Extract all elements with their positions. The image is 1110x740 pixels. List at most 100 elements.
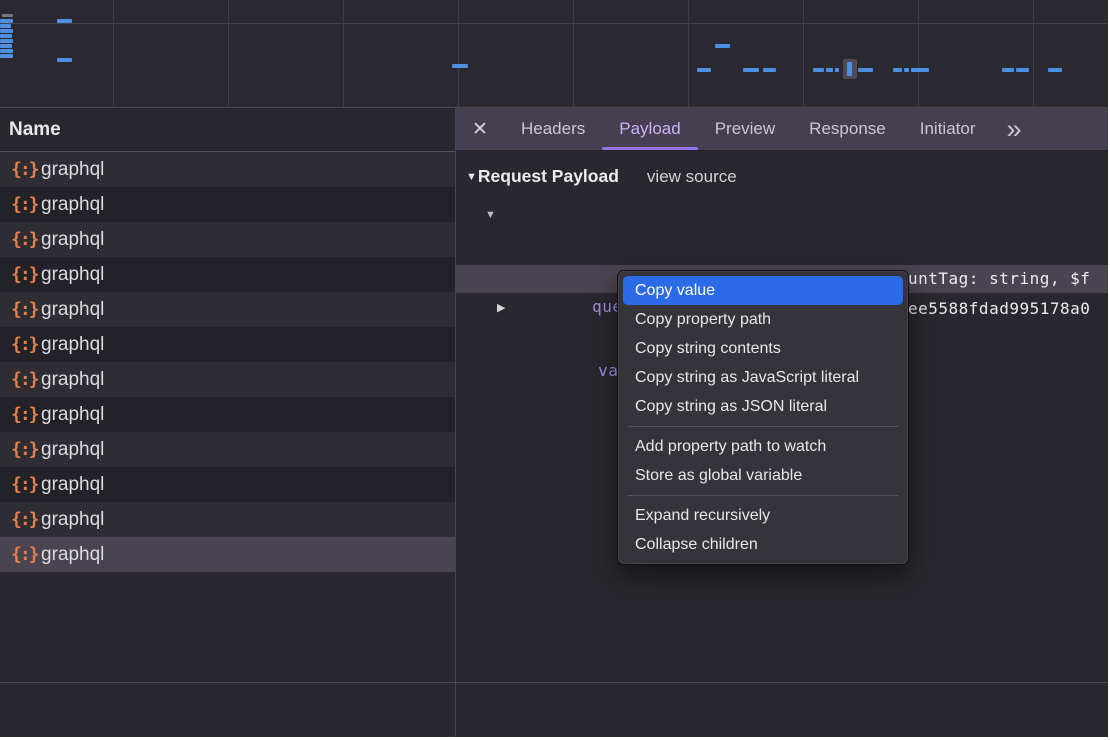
request-timing-bar[interactable] [893, 68, 902, 72]
menu-item-copy-string-contents[interactable]: Copy string contents [623, 334, 903, 363]
close-icon[interactable]: ✕ [456, 108, 504, 150]
request-timing-bar[interactable] [904, 68, 909, 72]
network-overview-timeline[interactable] [0, 0, 1108, 108]
request-timing-bar[interactable] [743, 68, 759, 72]
devtools-screenshot: Name {:}graphql{:}graphql{:}graphql{:}gr… [0, 0, 1110, 740]
menu-item-copy-string-as-javascript-literal[interactable]: Copy string as JavaScript literal [623, 363, 903, 392]
menu-item-expand-recursively[interactable]: Expand recursively [623, 501, 903, 530]
timeline-gridline [458, 0, 459, 107]
request-timing-bar[interactable] [0, 54, 13, 58]
request-timing-bar[interactable] [1002, 68, 1014, 72]
network-request-row[interactable]: {:}graphql [0, 397, 455, 432]
property-value-right-fragment: ee5588fdad995178a0 [908, 293, 1090, 324]
request-timing-bar[interactable] [813, 68, 824, 72]
requests-list: {:}graphql{:}graphql{:}graphql{:}graphql… [0, 152, 455, 572]
request-timing-bar[interactable] [0, 34, 12, 38]
details-tabbar: ✕ HeadersPayloadPreviewResponseInitiator… [456, 108, 1108, 151]
request-timing-bar[interactable] [763, 68, 776, 72]
timing-marker[interactable] [2, 14, 13, 17]
json-braces-icon: {:} [11, 264, 41, 285]
payload-root-row[interactable]: ▼ {operationName: "ipFlowTimeseries", va… [456, 200, 1108, 231]
json-braces-icon: {:} [11, 159, 41, 180]
expand-down-icon[interactable]: ▼ [485, 200, 496, 231]
request-name-label: graphql [41, 159, 104, 181]
more-tabs-icon[interactable]: » [1000, 108, 1027, 150]
network-request-row[interactable]: {:}graphql [0, 502, 455, 537]
tab-payload[interactable]: Payload [602, 108, 697, 150]
request-name-label: graphql [41, 229, 104, 251]
request-name-label: graphql [41, 299, 104, 321]
network-request-row[interactable]: {:}graphql [0, 292, 455, 327]
timeline-gridline [803, 0, 804, 107]
request-timing-bar[interactable] [1016, 68, 1029, 72]
tab-response[interactable]: Response [792, 108, 903, 150]
timeline-gridline [343, 0, 344, 107]
section-collapse-triangle-icon[interactable]: ▼ [466, 171, 477, 183]
json-braces-icon: {:} [11, 334, 41, 355]
request-name-label: graphql [41, 439, 104, 461]
request-timing-bar[interactable] [835, 68, 839, 72]
request-name-label: graphql [41, 404, 104, 426]
request-timing-bar[interactable] [0, 19, 13, 23]
menu-item-copy-string-as-json-literal[interactable]: Copy string as JSON literal [623, 392, 903, 421]
request-timing-bar[interactable] [911, 68, 929, 72]
property-value-right-fragment: untTag: string, $f [908, 265, 1090, 293]
json-braces-icon: {:} [11, 404, 41, 425]
menu-item-copy-value[interactable]: Copy value [623, 276, 903, 305]
request-timing-bar[interactable] [858, 68, 873, 72]
network-request-row[interactable]: {:}graphql [0, 467, 455, 502]
network-request-row[interactable]: {:}graphql [0, 187, 455, 222]
menu-item-add-property-path-to-watch[interactable]: Add property path to watch [623, 432, 903, 461]
request-name-label: graphql [41, 334, 104, 356]
request-name-label: graphql [41, 474, 104, 496]
request-name-label: graphql [41, 194, 104, 216]
json-braces-icon: {:} [11, 509, 41, 530]
network-request-row[interactable]: {:}graphql [0, 222, 455, 257]
name-column-header[interactable]: Name [0, 108, 455, 152]
request-timing-bar[interactable] [697, 68, 711, 72]
request-timing-bar[interactable] [715, 44, 730, 48]
operation-name-row[interactable]: operationName: "ipFlowTimeseries" [456, 232, 1108, 263]
menu-item-store-as-global-variable[interactable]: Store as global variable [623, 461, 903, 490]
menu-item-collapse-children[interactable]: Collapse children [623, 530, 903, 559]
request-timing-bar[interactable] [0, 44, 12, 48]
devtools-network-panel: Name {:}graphql{:}graphql{:}graphql{:}gr… [0, 0, 1108, 737]
timeline-gridline [688, 0, 689, 107]
request-timing-bar[interactable] [57, 19, 72, 23]
network-request-row[interactable]: {:}graphql [0, 362, 455, 397]
section-title: Request Payload [478, 166, 619, 187]
request-timing-bar[interactable] [452, 64, 468, 68]
network-request-row[interactable]: {:}graphql [0, 327, 455, 362]
request-timing-bar[interactable] [57, 58, 72, 62]
network-request-row[interactable]: {:}graphql [0, 257, 455, 292]
json-braces-icon: {:} [11, 229, 41, 250]
json-braces-icon: {:} [11, 474, 41, 495]
timeline-gridline [1033, 0, 1034, 107]
expand-right-icon[interactable]: ▶ [497, 293, 505, 324]
request-timing-bar[interactable] [0, 39, 13, 43]
context-menu: Copy valueCopy property pathCopy string … [617, 270, 909, 565]
request-timing-bar[interactable] [0, 24, 11, 28]
json-braces-icon: {:} [11, 299, 41, 320]
request-name-label: graphql [41, 544, 104, 566]
request-timing-bar[interactable] [0, 49, 13, 53]
network-request-row[interactable]: {:}graphql [0, 537, 455, 572]
tab-preview[interactable]: Preview [698, 108, 792, 150]
timeline-gridline [113, 0, 114, 107]
bottom-divider [0, 682, 1108, 683]
view-source-link[interactable]: view source [647, 167, 737, 187]
tab-headers[interactable]: Headers [504, 108, 602, 150]
network-request-row[interactable]: {:}graphql [0, 432, 455, 467]
tab-initiator[interactable]: Initiator [903, 108, 993, 150]
json-braces-icon: {:} [11, 439, 41, 460]
request-timing-bar[interactable] [826, 68, 833, 72]
timeline-gridline [228, 0, 229, 107]
json-braces-icon: {:} [11, 544, 41, 565]
json-braces-icon: {:} [11, 369, 41, 390]
menu-item-copy-property-path[interactable]: Copy property path [623, 305, 903, 334]
request-timing-bar[interactable] [0, 29, 13, 33]
network-request-row[interactable]: {:}graphql [0, 152, 455, 187]
request-timing-bar[interactable] [1048, 68, 1062, 72]
timeline-gridline [573, 0, 574, 107]
request-timing-bar[interactable] [847, 62, 852, 76]
